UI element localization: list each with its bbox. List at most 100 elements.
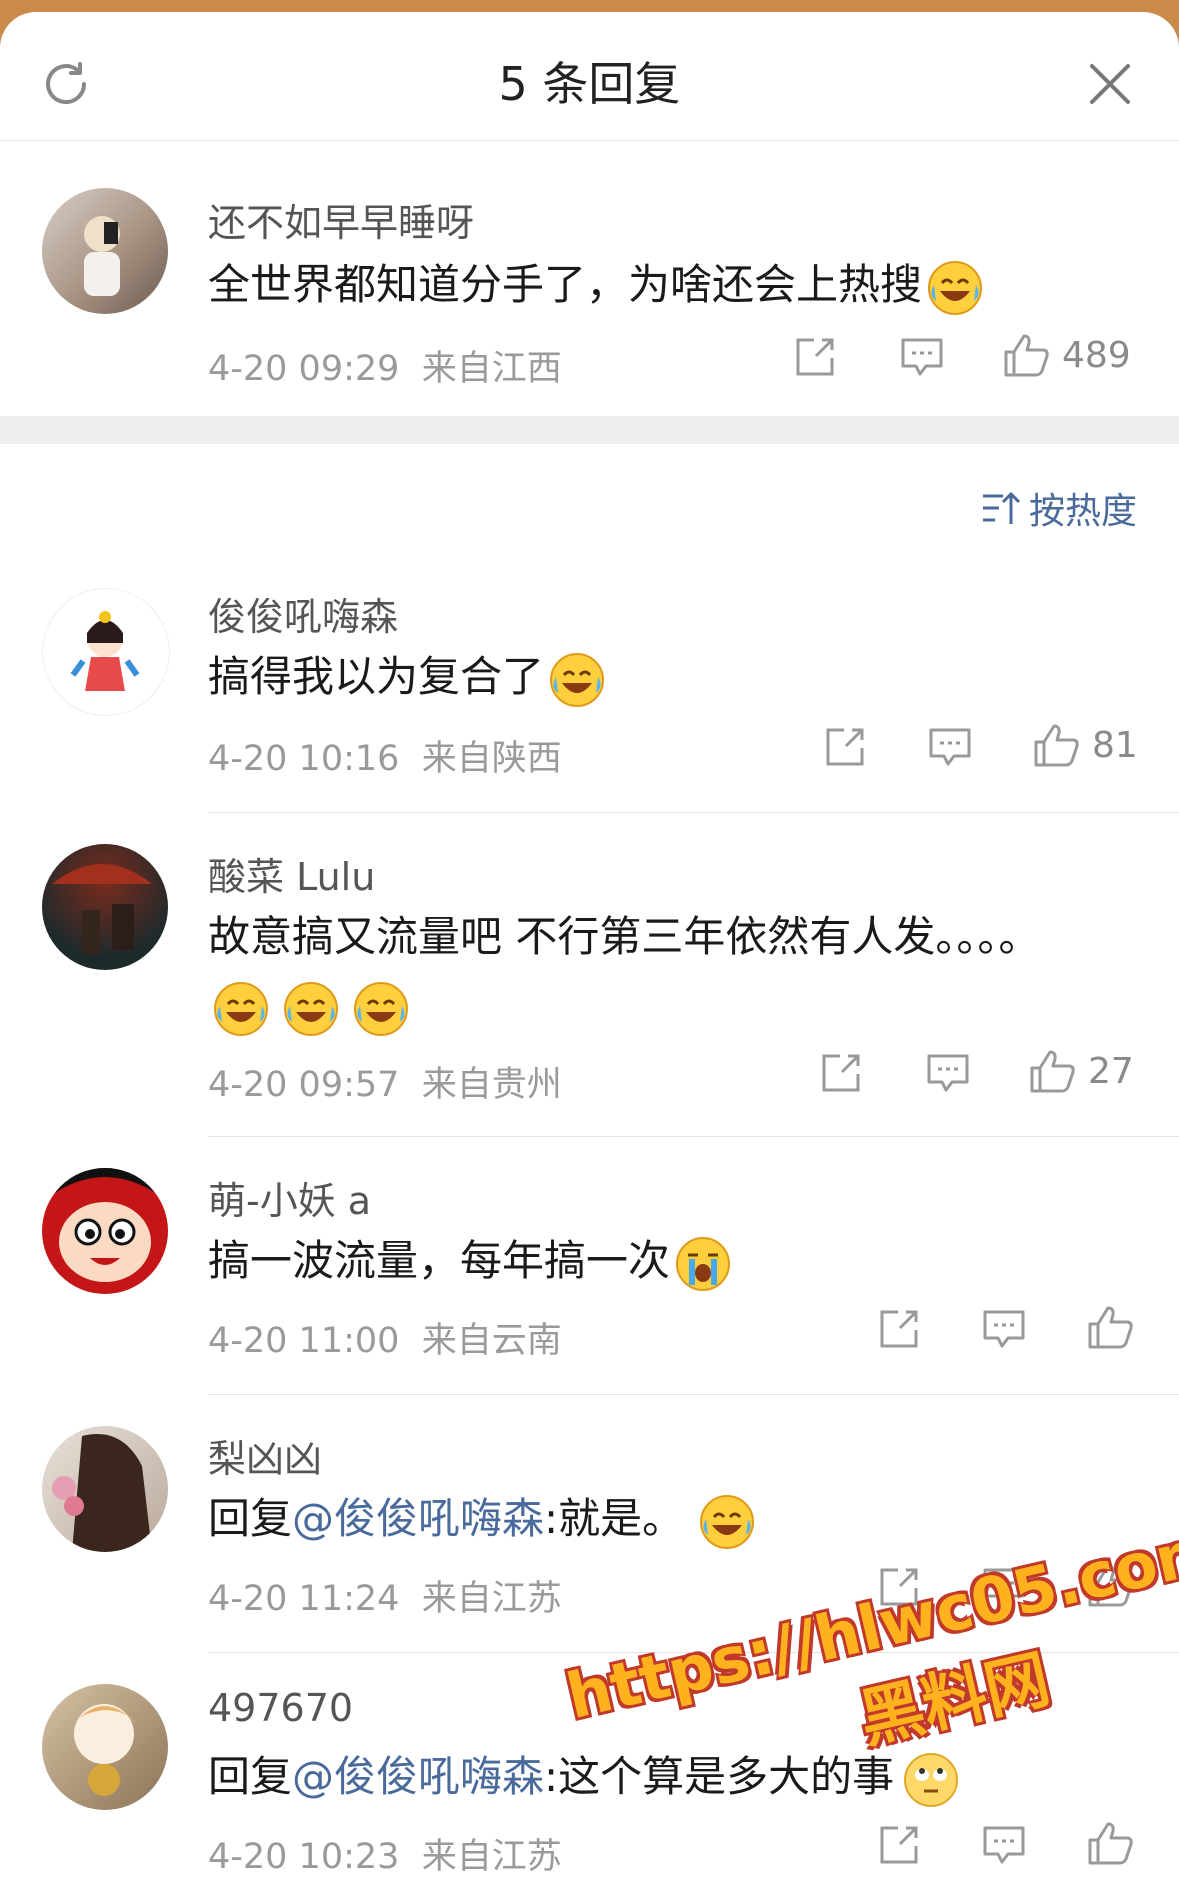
laugh-cry-emoji-icon: [352, 980, 410, 1038]
like-count: 489: [1062, 334, 1131, 376]
comment-location: 来自陕西: [421, 739, 562, 779]
avatar[interactable]: [42, 1168, 168, 1294]
emoji-row: [208, 980, 410, 1038]
like-button[interactable]: 81: [1032, 722, 1138, 768]
laugh-cry-emoji-icon: [212, 980, 270, 1038]
comment-meta: 4-20 09:29 来自江西: [208, 340, 562, 391]
comment-icon: [983, 1310, 1025, 1348]
comment-icon: [983, 1826, 1025, 1864]
comment-time: 4-20 11:24: [208, 1579, 400, 1619]
laugh-cry-emoji-icon: [548, 651, 606, 709]
reply-button[interactable]: [926, 1052, 970, 1094]
commenter-name[interactable]: 俊俊吼嗨森: [208, 586, 398, 641]
reply-button[interactable]: [900, 336, 944, 378]
thumbs-up-icon: [1088, 1306, 1133, 1349]
reply-item: 酸菜 Lulu 故意搞又流量吧 不行第三年依然有人发。。。。 4-20 09:5…: [0, 820, 1179, 1144]
row-divider: [208, 812, 1179, 813]
comment-text-body: :这个算是多大的事: [544, 1752, 895, 1801]
share-button[interactable]: [794, 336, 836, 378]
comment-time: 4-20 10:16: [208, 739, 400, 779]
laugh-cry-emoji-icon: [926, 259, 984, 317]
thumbs-up-icon: [1004, 334, 1049, 377]
thumbs-up-icon: [1030, 1050, 1075, 1093]
comment-meta: 4-20 09:57 来自贵州: [208, 1056, 562, 1107]
comment-icon: [927, 1054, 969, 1092]
avatar[interactable]: [42, 588, 170, 716]
comment-meta: 4-20 11:24 来自江苏: [208, 1570, 562, 1621]
share-icon: [880, 1310, 918, 1348]
share-icon: [826, 728, 864, 766]
comment-time: 4-20 09:29: [208, 349, 400, 389]
comment-text-body: :就是。: [544, 1494, 685, 1543]
share-button[interactable]: [878, 1824, 920, 1866]
commenter-name[interactable]: 还不如早早睡呀: [208, 192, 474, 247]
commenter-name[interactable]: 梨凶凶: [208, 1428, 322, 1483]
comment-time: 4-20 11:00: [208, 1321, 400, 1361]
sort-icon: [982, 491, 1021, 524]
comment-meta: 4-20 10:16 来自陕西: [208, 730, 562, 781]
eye-roll-emoji-icon: [902, 1751, 960, 1809]
comment-text: 全世界都知道分手了，为啥还会上热搜: [208, 252, 1139, 318]
mention-link[interactable]: @俊俊吼嗨森: [292, 1494, 544, 1543]
close-icon[interactable]: [1080, 54, 1140, 114]
comment-text-body: 搞一波流量，每年搞一次: [208, 1236, 671, 1285]
row-divider: [208, 1394, 1179, 1395]
comment-text: 搞一波流量，每年搞一次: [208, 1228, 1139, 1294]
share-button[interactable]: [878, 1308, 920, 1350]
commenter-name[interactable]: 497670: [208, 1686, 353, 1730]
commenter-name[interactable]: 萌-小妖 a: [208, 1170, 371, 1225]
comment-icon: [929, 728, 971, 766]
avatar[interactable]: [42, 1684, 168, 1810]
like-button[interactable]: [1086, 1820, 1146, 1866]
laugh-cry-emoji-icon: [282, 980, 340, 1038]
sort-by-hot-button[interactable]: 按热度: [981, 482, 1137, 534]
sort-label: 按热度: [1028, 491, 1137, 532]
comment-meta: 4-20 11:00 来自云南: [208, 1312, 562, 1363]
commenter-name[interactable]: 酸菜 Lulu: [208, 846, 375, 901]
comment-time: 4-20 09:57: [208, 1065, 400, 1105]
reply-item: 萌-小妖 a 搞一波流量，每年搞一次 4-20 11:00 来自云南: [0, 1144, 1179, 1402]
avatar[interactable]: [42, 1426, 168, 1552]
reply-prefix: 回复: [208, 1494, 293, 1543]
comment-location: 来自江苏: [421, 1837, 562, 1877]
like-button[interactable]: [1086, 1304, 1146, 1350]
like-count: 27: [1088, 1050, 1134, 1092]
share-icon: [822, 1054, 860, 1092]
comment-text-body: 搞得我以为复合了: [208, 652, 545, 701]
laugh-cry-emoji-icon: [698, 1493, 756, 1551]
share-icon: [796, 338, 834, 376]
like-button[interactable]: 27: [1028, 1048, 1134, 1094]
share-icon: [880, 1826, 918, 1864]
comment-meta: 4-20 10:23 来自江苏: [208, 1828, 562, 1879]
thumbs-up-icon: [1034, 724, 1079, 767]
reply-button[interactable]: [982, 1308, 1026, 1350]
thumbs-up-icon: [1088, 1822, 1133, 1865]
root-comment: 还不如早早睡呀 全世界都知道分手了，为啥还会上热搜 4-20 09:29 来自江…: [0, 140, 1179, 416]
mention-link[interactable]: @俊俊吼嗨森: [292, 1752, 544, 1801]
avatar[interactable]: [42, 188, 168, 314]
reply-button[interactable]: [928, 726, 972, 768]
row-divider: [208, 1136, 1179, 1137]
like-count: 81: [1092, 724, 1138, 766]
reply-prefix: 回复: [208, 1752, 293, 1801]
comment-text: 回复@俊俊吼嗨森:这个算是多大的事: [208, 1744, 1139, 1810]
avatar[interactable]: [42, 844, 168, 970]
section-divider: [0, 416, 1179, 444]
reply-item: 俊俊吼嗨森 搞得我以为复合了 4-20 10:16 来自陕西 81: [0, 562, 1179, 820]
comment-location: 来自江苏: [421, 1579, 562, 1619]
crying-emoji-icon: [674, 1235, 732, 1293]
comment-location: 来自云南: [421, 1321, 562, 1361]
comment-text: 故意搞又流量吧 不行第三年依然有人发。。。。: [208, 912, 1041, 961]
comment-text: 搞得我以为复合了: [208, 644, 1139, 710]
share-button[interactable]: [820, 1052, 862, 1094]
comment-icon: [901, 338, 943, 376]
comment-location: 来自江西: [421, 349, 562, 389]
like-button[interactable]: 489: [1002, 332, 1131, 378]
comment-text-body: 全世界都知道分手了，为啥还会上热搜: [208, 260, 923, 309]
comment-time: 4-20 10:23: [208, 1837, 400, 1877]
comment-text: 回复@俊俊吼嗨森:就是。: [208, 1486, 1139, 1552]
share-button[interactable]: [824, 726, 866, 768]
page-title: 5 条回复: [498, 57, 681, 111]
comment-location: 来自贵州: [421, 1065, 562, 1105]
reply-button[interactable]: [982, 1824, 1026, 1866]
